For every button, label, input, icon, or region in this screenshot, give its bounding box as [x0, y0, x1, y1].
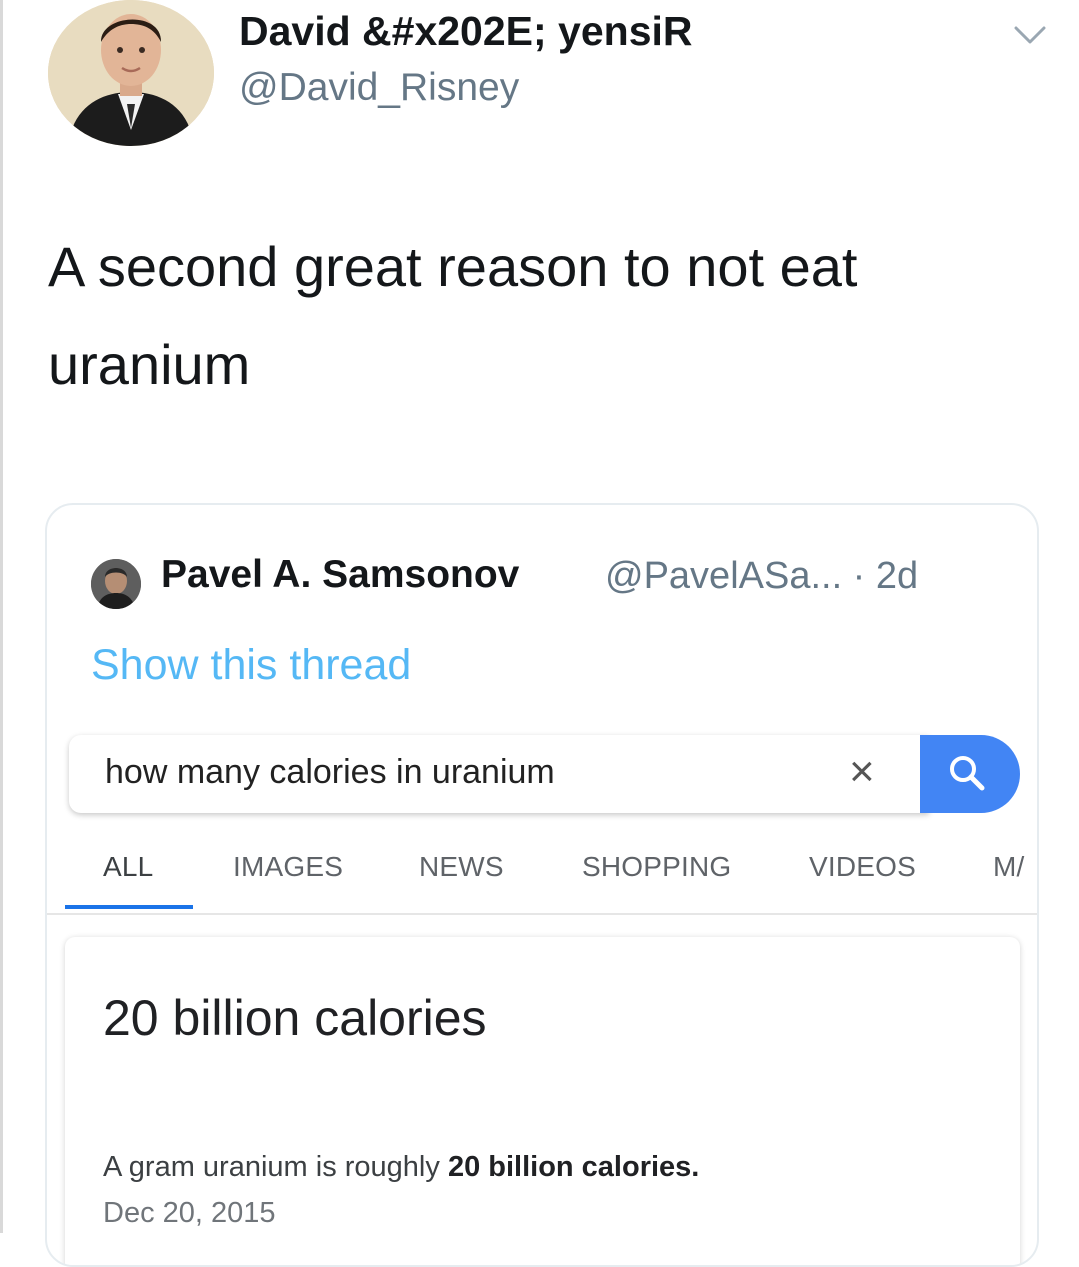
- snippet-text-bold: 20 billion calories.: [447, 1151, 700, 1183]
- tweet-text: A second great reason to not eat uranium: [48, 235, 858, 396]
- snippet-date: Dec 20, 2015: [103, 1197, 276, 1229]
- display-name[interactable]: David &#x202E; yensiR: [239, 8, 693, 55]
- snippet-answer: 20 billion calories: [103, 990, 487, 1046]
- snippet-text: A gram uranium is roughly 20 billion cal…: [103, 1151, 699, 1184]
- search-field[interactable]: how many calories in uranium ×: [69, 735, 929, 813]
- tab-more[interactable]: M/: [993, 851, 1025, 883]
- tab-shopping[interactable]: SHOPPING: [582, 851, 731, 883]
- tab-news[interactable]: NEWS: [419, 851, 504, 883]
- avatar[interactable]: [48, 0, 214, 146]
- tab-images[interactable]: IMAGES: [233, 851, 343, 883]
- tab-all[interactable]: ALL: [103, 851, 153, 883]
- featured-snippet: 20 billion calories A gram uranium is ro…: [65, 937, 1020, 1265]
- search-tabs: ALL IMAGES NEWS SHOPPING VIDEOS M/: [47, 843, 1037, 913]
- tab-videos[interactable]: VIDEOS: [809, 851, 916, 883]
- user-handle[interactable]: @David_Risney: [239, 66, 519, 110]
- search-query[interactable]: how many calories in uranium: [105, 753, 555, 792]
- quoted-author-name[interactable]: Pavel A. Samsonov: [161, 553, 519, 597]
- left-border: [0, 0, 3, 1233]
- close-icon[interactable]: ×: [849, 747, 875, 797]
- snippet-text-prefix: A gram uranium is roughly: [103, 1151, 448, 1183]
- search-icon: [950, 756, 985, 791]
- active-tab-indicator: [65, 905, 193, 909]
- quoted-author-avatar[interactable]: [91, 559, 141, 609]
- quoted-tweet-card[interactable]: Pavel A. Samsonov @PavelASa... · 2d Show…: [45, 503, 1039, 1267]
- tabs-divider: [47, 913, 1037, 915]
- chevron-down-icon[interactable]: [1010, 20, 1050, 50]
- quoted-author-meta: @PavelASa... · 2d: [605, 555, 919, 597]
- search-button[interactable]: [920, 735, 1020, 813]
- show-thread-link[interactable]: Show this thread: [91, 641, 411, 690]
